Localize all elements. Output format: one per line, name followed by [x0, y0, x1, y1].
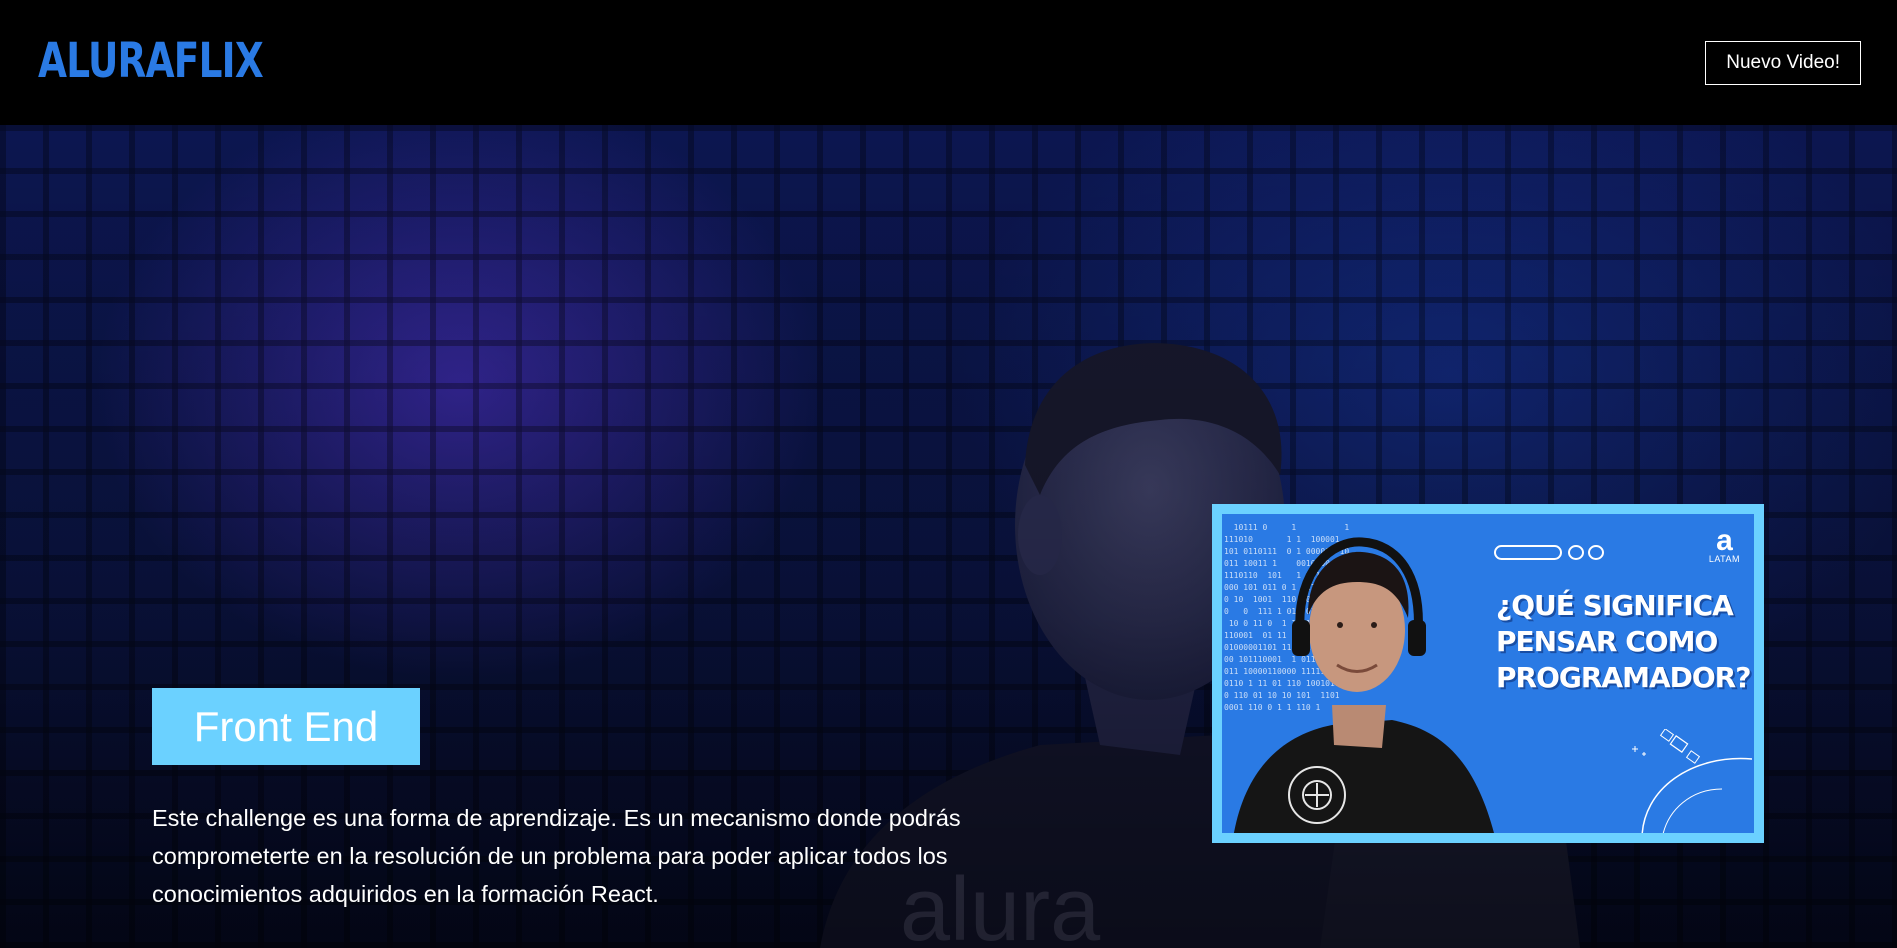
video-title-line: ¿QUÉ SIGNIFICA [1496, 589, 1734, 622]
video-title-line: PROGRAMADOR? [1496, 661, 1751, 694]
featured-video-card[interactable]: 10111 0 1 1 111010 1 1 100001 101 011011… [1212, 504, 1764, 843]
decorative-pill-shape [1494, 545, 1562, 560]
alura-logo-latam: LATAM [1708, 554, 1740, 564]
instructor-photo [1234, 537, 1494, 833]
alura-logo-mark: a [1716, 524, 1733, 557]
alura-latam-logo: a LATAM [1708, 524, 1740, 565]
top-header: ALURAFLIX Nuevo Video! [0, 0, 1897, 125]
category-description: Este challenge es una forma de aprendiza… [152, 805, 961, 907]
category-title-front-end[interactable]: Front End [152, 688, 420, 765]
new-video-button[interactable]: Nuevo Video! [1705, 40, 1861, 85]
satellite-globe-icon [1632, 729, 1752, 833]
decorative-circle-shape [1568, 545, 1584, 560]
video-thumbnail-title: ¿QUÉ SIGNIFICA PENSAR COMO PROGRAMADOR? [1496, 588, 1754, 696]
featured-video-thumbnail: 10111 0 1 1 111010 1 1 100001 101 011011… [1222, 514, 1754, 833]
decorative-circle-shape [1588, 545, 1604, 560]
aluraflix-logo[interactable]: ALURAFLIX [38, 33, 264, 89]
video-title-line: PENSAR COMO [1496, 625, 1718, 658]
